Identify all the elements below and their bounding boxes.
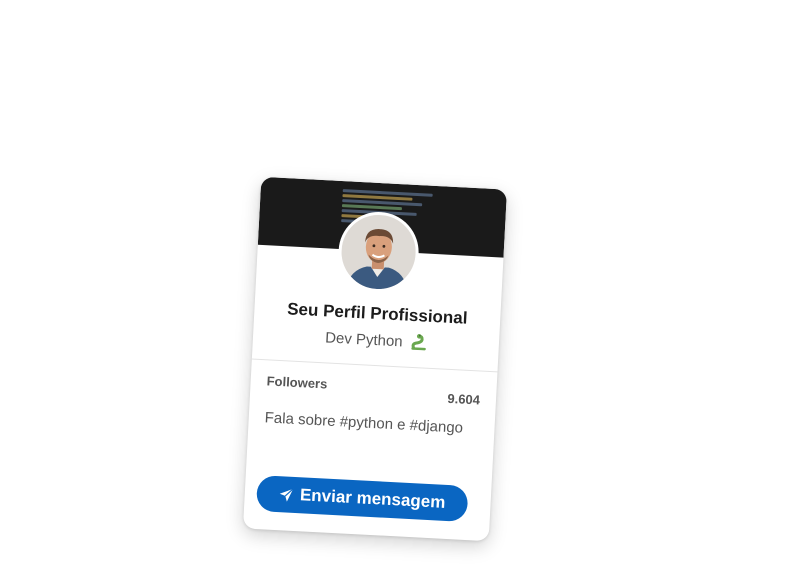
profile-role-text: Dev Python [324, 329, 404, 351]
avatar-photo [339, 213, 418, 291]
send-icon [279, 487, 295, 503]
send-message-label: Enviar mensagem [299, 485, 446, 512]
profile-bio: Fala sobre #python e #django [264, 409, 464, 437]
profile-name: Seu Perfil Profissional [286, 299, 468, 328]
profile-role: Dev Python [253, 325, 500, 359]
send-message-button[interactable]: Enviar mensagem [255, 475, 469, 523]
followers-label: Followers [266, 373, 328, 392]
snake-icon [410, 333, 427, 355]
page: Seu Perfil Profissional Dev Python Follo… [0, 0, 800, 571]
profile-card: Seu Perfil Profissional Dev Python Follo… [242, 176, 508, 542]
followers-count: 9.604 [447, 390, 481, 408]
divider [251, 358, 498, 373]
followers-row: Followers 9.604 [266, 373, 481, 407]
